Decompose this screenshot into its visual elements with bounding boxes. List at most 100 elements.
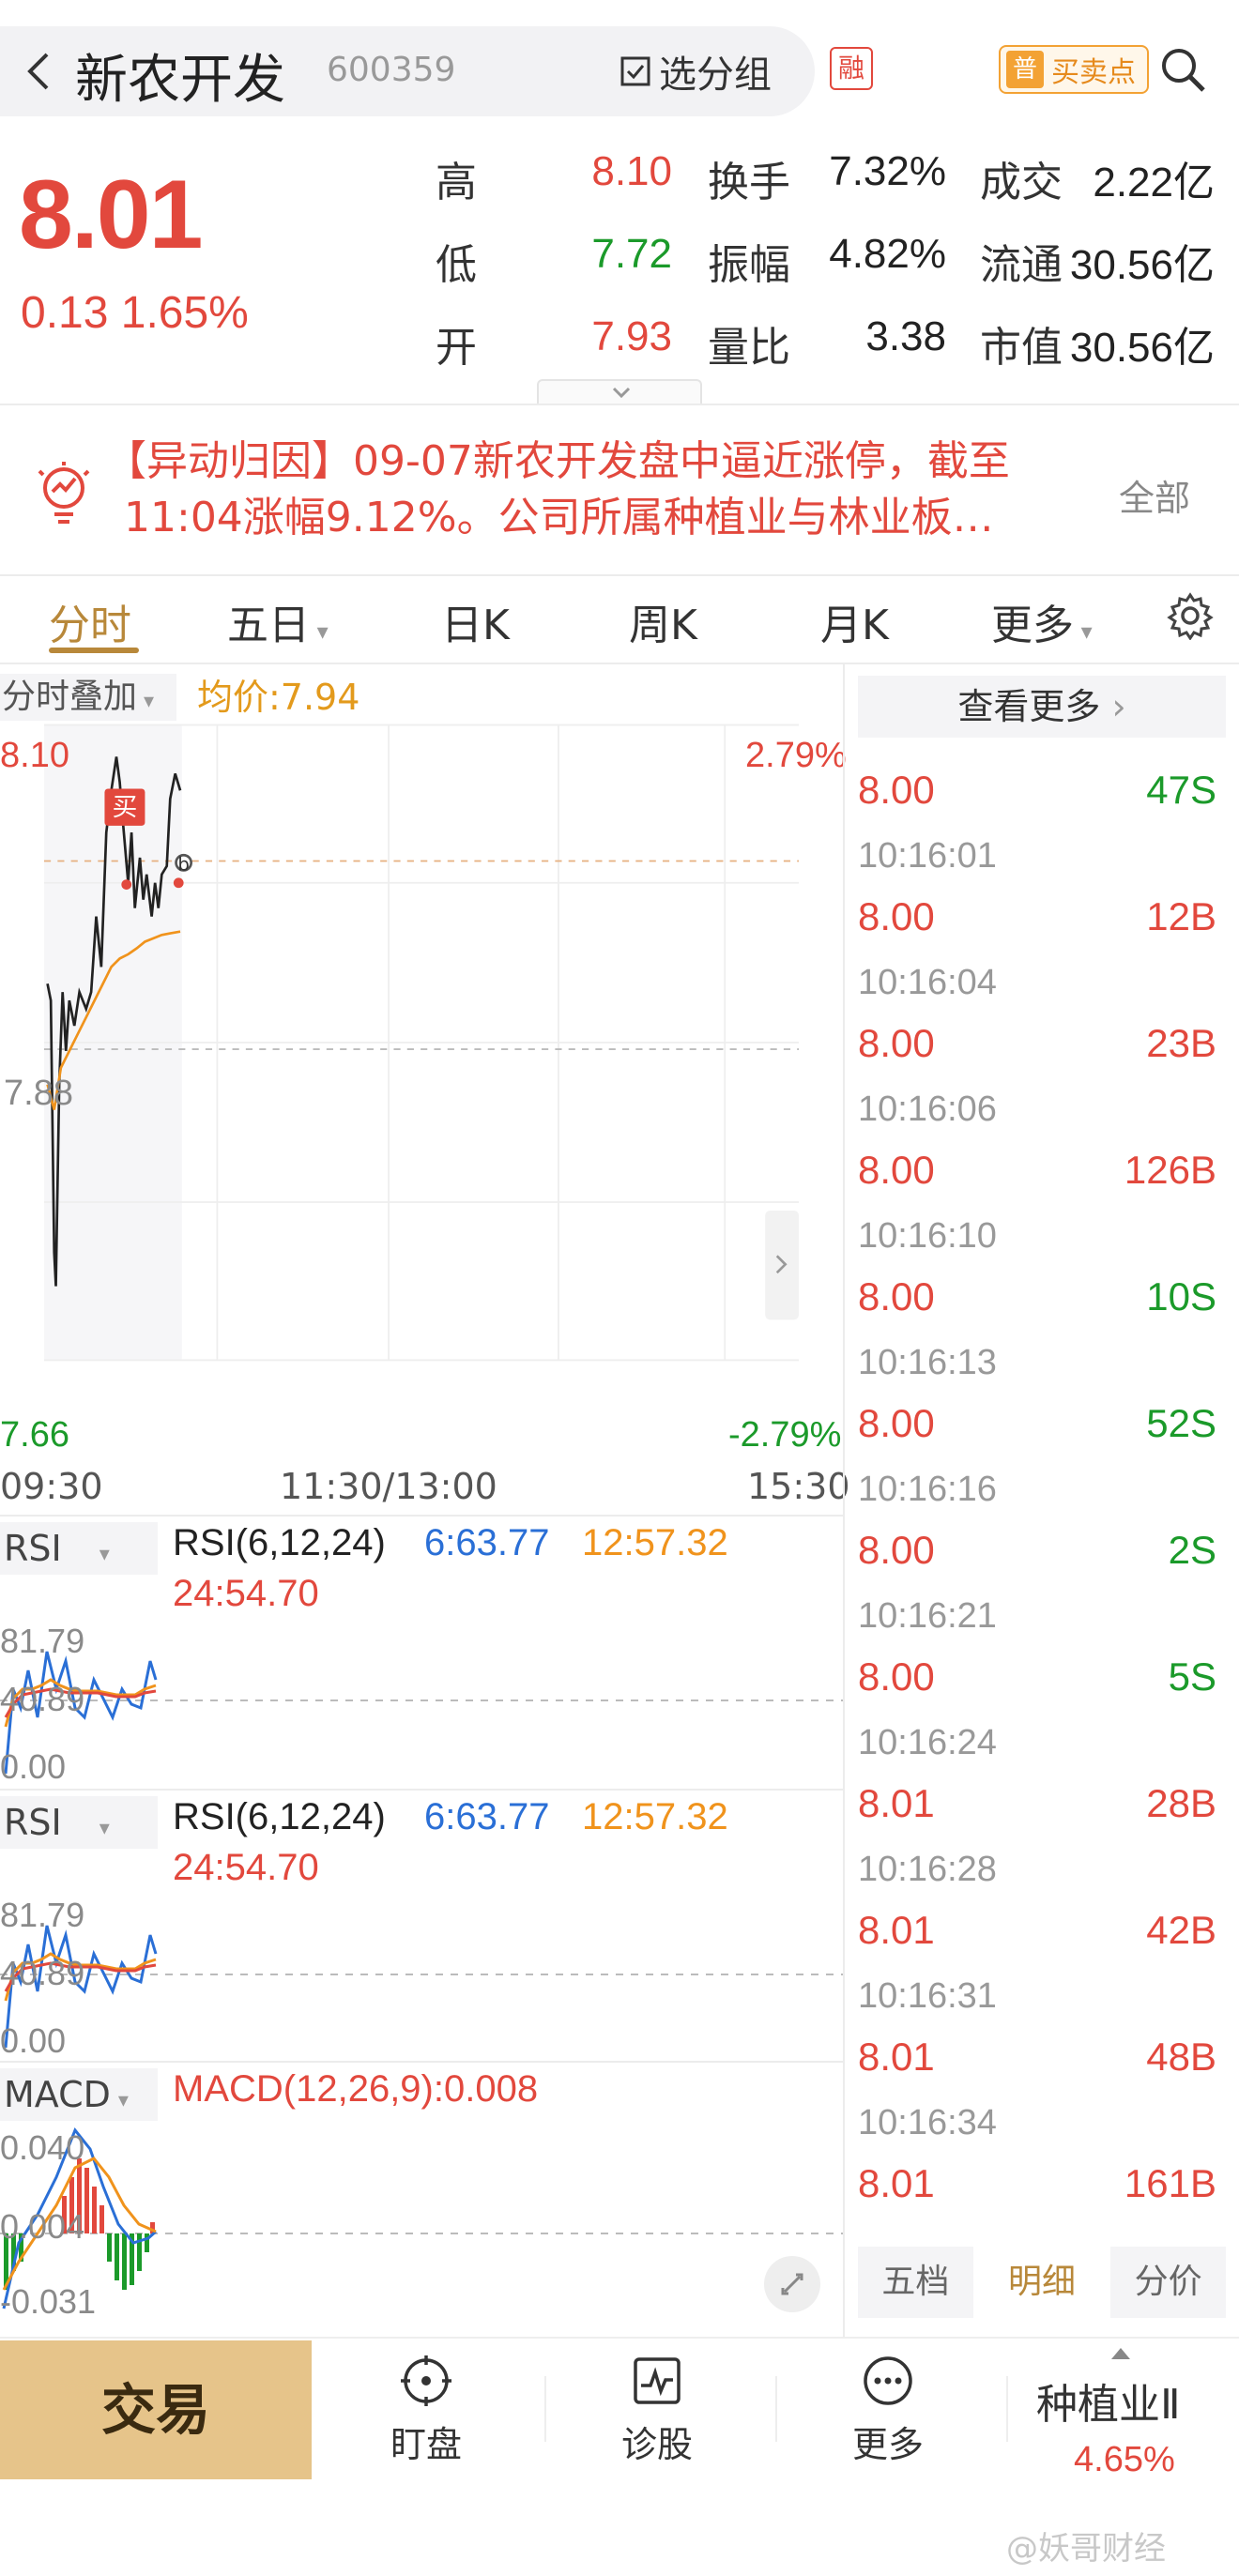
tab-tick-detail[interactable]: 明细 [984, 2247, 1100, 2318]
sector-change: 4.65% [1074, 2440, 1175, 2479]
macd-axis-bottom: -0.031 [0, 2282, 97, 2321]
tab-five-day[interactable]: 五日 ▾ [227, 591, 329, 651]
tick-time: 10:16:04 [858, 963, 997, 1002]
tick-price: 8.00 [858, 1401, 935, 1445]
quote-label: 振幅 [708, 241, 790, 289]
more-label: 更多 [851, 2424, 924, 2465]
more-button[interactable]: 更多 [813, 2354, 963, 2467]
news-line: 【异动归因】09-07新农开发盘中逼近涨停，截至 [105, 437, 1010, 485]
tick-time: 10:16:16 [858, 1470, 997, 1509]
view-more-label: 查看更多 [957, 686, 1101, 727]
tab-label: 五日 [227, 602, 310, 649]
macd-params: MACD(12,26,9):0.008 [173, 2068, 539, 2110]
intraday-chart[interactable]: 买 b [0, 664, 843, 1387]
tick-time: 10:16:13 [858, 1343, 997, 1382]
rsi-dropdown[interactable]: RSI ▾ [0, 1522, 158, 1575]
tick-volume: 23B [1146, 1021, 1216, 1065]
tab-more[interactable]: 更多 ▾ [991, 591, 1093, 651]
x-axis-midday: 11:30/13:00 [280, 1466, 497, 1507]
news-all-link[interactable]: 全部 [1119, 469, 1190, 521]
tab-intraday[interactable]: 分时 [49, 591, 131, 651]
tick-volume: 52S [1146, 1401, 1216, 1445]
price-change: 0.13 1.65% [21, 288, 249, 338]
caret-up-icon [1111, 2348, 1130, 2359]
rsi-params: RSI(6,12,24) [173, 1796, 386, 1837]
rsi-axis-bottom: 0.00 [0, 2021, 67, 2060]
y-axis-mid: 7.88 [4, 1074, 73, 1113]
tab-price-distribution[interactable]: 分价 [1110, 2247, 1227, 2318]
chevron-down-icon [612, 387, 631, 399]
tick-volume: 2S [1168, 1528, 1216, 1572]
tick-price: 8.01 [858, 2035, 935, 2079]
watch-label: 盯盘 [390, 2424, 462, 2465]
quote-value: 7.72 [591, 231, 672, 277]
divider [0, 404, 1239, 405]
pu-badge-icon: 普 [1006, 51, 1044, 88]
watch-button[interactable]: 盯盘 [351, 2354, 501, 2467]
fullscreen-icon[interactable] [764, 2256, 820, 2312]
tab-order-book[interactable]: 五档 [858, 2247, 973, 2318]
macd-label: MACD [4, 2074, 111, 2115]
news-line: 11:04涨幅9.12%。公司所属种植业与林业板… [124, 494, 994, 541]
quote-label: 量比 [708, 324, 790, 372]
tab-daily-k[interactable]: 日K [441, 591, 510, 651]
quote-value: 30.56亿 [1069, 325, 1215, 371]
buy-sell-points-label: 买卖点 [1051, 56, 1136, 89]
target-icon [401, 2355, 451, 2406]
tick-price: 8.00 [858, 1274, 935, 1318]
more-dots-icon [864, 2356, 912, 2405]
b-marker-text: b [177, 853, 190, 875]
margin-trading-badge[interactable]: 融 [830, 47, 873, 90]
quote-value: 30.56亿 [1069, 242, 1215, 288]
back-arrow-icon[interactable] [21, 45, 58, 98]
rsi-chart [0, 1925, 843, 2049]
tick-volume: 47S [1146, 768, 1216, 812]
panel-collapse-handle[interactable] [765, 1210, 800, 1320]
tick-volume: 28B [1146, 1781, 1216, 1825]
quote-label: 流通 [980, 241, 1063, 289]
select-group-button[interactable]: 选分组 [620, 45, 772, 98]
rsi-axis-mid: 40.89 [0, 1680, 85, 1718]
gear-icon[interactable] [1166, 591, 1215, 640]
tick-volume: 5S [1168, 1654, 1216, 1699]
overlay-dropdown[interactable]: 分时叠加 ▾ [0, 674, 176, 721]
overlay-label: 分时叠加 [2, 678, 138, 716]
tick-time: 10:16:31 [858, 1976, 997, 2016]
tick-price: 8.00 [858, 1021, 935, 1065]
rsi12-value: 12:57.32 [582, 1522, 728, 1563]
rsi-params: RSI(6,12,24) [173, 1522, 386, 1563]
macd-axis-top: 0.040 [0, 2128, 85, 2167]
rsi-dropdown[interactable]: RSI ▾ [0, 1796, 158, 1849]
panel-divider [843, 664, 845, 2337]
buy-marker-text: 买 [113, 793, 138, 822]
quote-value: 2.22亿 [1093, 160, 1215, 206]
buy-sell-points-button[interactable]: 普 买卖点 [999, 45, 1149, 94]
news-headline[interactable]: 【异动归因】09-07新农开发盘中逼近涨停，截至 11:04涨幅9.12%。公司… [105, 434, 1091, 546]
diagnose-button[interactable]: 诊股 [582, 2354, 732, 2467]
tab-monthly-k[interactable]: 月K [820, 591, 889, 651]
expand-quote-handle[interactable] [537, 379, 702, 405]
quote-label: 低 [436, 241, 477, 289]
rsi-axis-top: 81.79 [0, 1896, 85, 1934]
y-axis-low: 7.66 [0, 1415, 69, 1455]
nav-divider [1006, 2376, 1008, 2442]
x-axis-open: 09:30 [0, 1466, 103, 1507]
y-axis-pct-high: 2.79% [745, 736, 847, 775]
tab-weekly-k[interactable]: 周K [629, 591, 697, 651]
view-more-button[interactable]: 查看更多 › [858, 676, 1226, 738]
tick-time: 10:16:06 [858, 1090, 997, 1129]
quote-value: 8.10 [591, 148, 672, 194]
rsi-label: RSI [4, 1802, 62, 1843]
nav-divider [544, 2376, 546, 2442]
tick-time: 10:16:01 [858, 836, 997, 876]
stock-code: 600359 [327, 51, 456, 89]
checkbox-icon [620, 56, 650, 86]
diagnose-label: 诊股 [620, 2424, 693, 2465]
sector-name[interactable]: 种植业Ⅱ [1036, 2370, 1181, 2431]
tick-time: 10:16:10 [858, 1216, 997, 1256]
tick-price: 8.01 [858, 2161, 935, 2205]
search-icon[interactable] [1156, 43, 1209, 96]
macd-dropdown[interactable]: MACD ▾ [0, 2068, 158, 2121]
tick-price: 8.00 [858, 768, 935, 812]
trade-button[interactable]: 交易 [0, 2340, 312, 2479]
